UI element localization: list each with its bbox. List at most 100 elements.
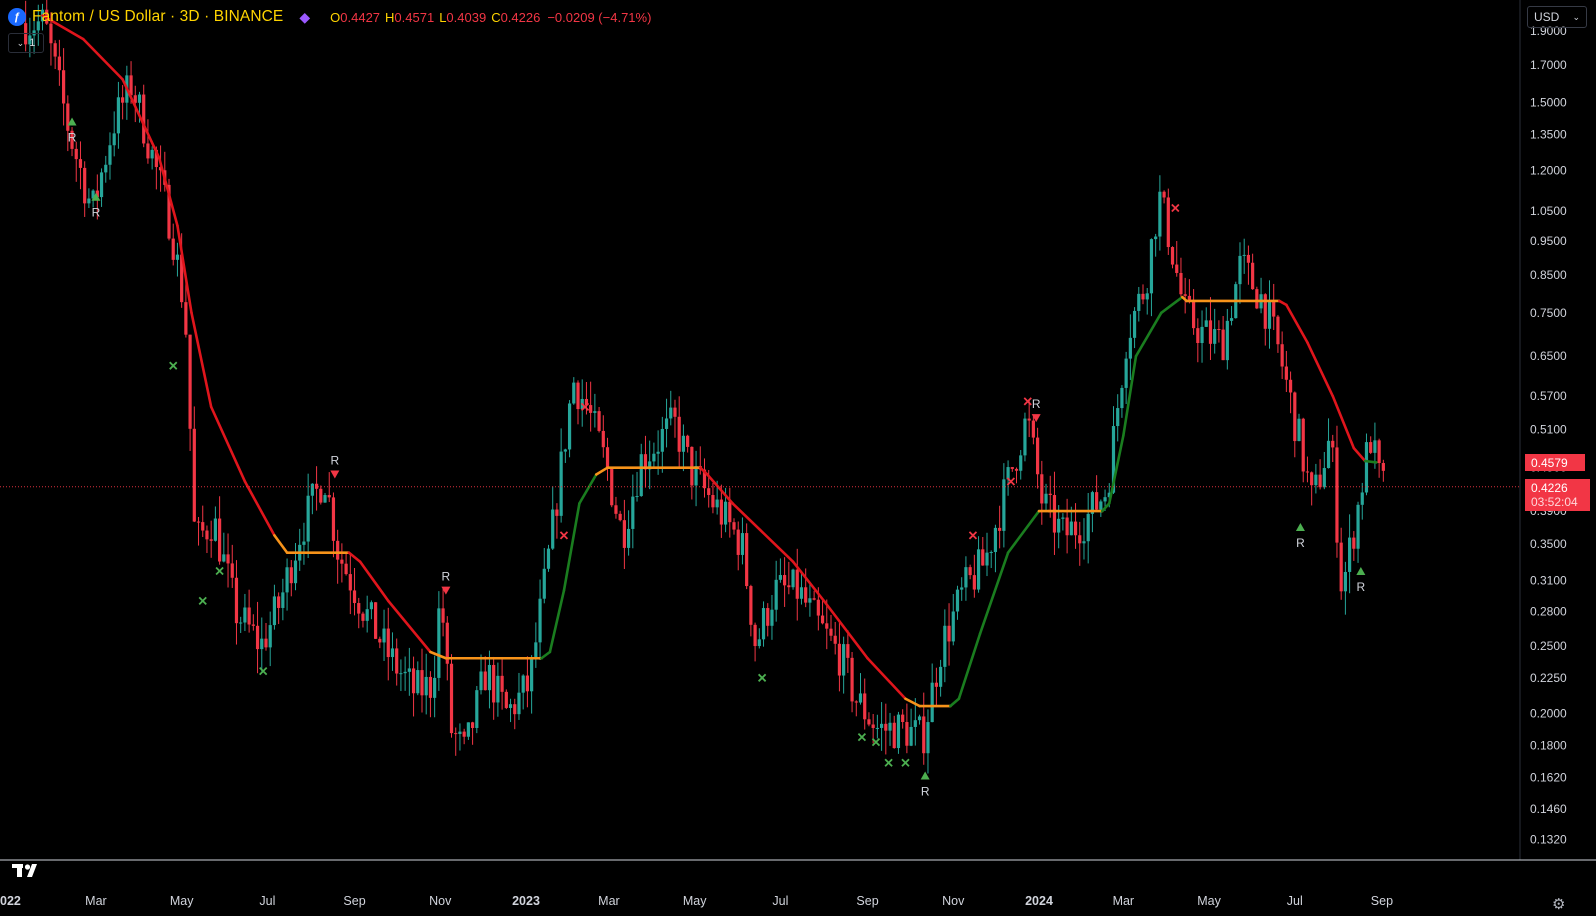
candle xyxy=(1179,257,1183,298)
candle xyxy=(272,584,277,630)
candle xyxy=(833,621,837,655)
candle xyxy=(1132,307,1137,349)
candle xyxy=(618,510,622,522)
currency-label: USD xyxy=(1534,10,1560,24)
y-tick-label: 0.2000 xyxy=(1530,707,1567,721)
candle xyxy=(424,653,428,715)
candle xyxy=(53,40,57,70)
candle xyxy=(1166,188,1170,255)
script-icon[interactable]: ◆ xyxy=(299,9,310,26)
indicator-line-segment xyxy=(209,405,247,483)
candle xyxy=(251,614,255,631)
candle xyxy=(1027,400,1031,438)
x-tick-label: Jul xyxy=(1287,894,1303,908)
symbol-title[interactable]: Fantom / US Dollar · 3D · BINANCE xyxy=(32,8,283,26)
signal-up-triangle xyxy=(1356,567,1366,576)
candle xyxy=(538,579,542,660)
x-tick-label: Sep xyxy=(1371,894,1393,908)
candle xyxy=(673,399,677,438)
signal-x-mark xyxy=(1171,203,1180,213)
y-tick-label: 0.3500 xyxy=(1530,537,1567,551)
ohlc-close: C0.4226 xyxy=(491,9,541,25)
candle xyxy=(1031,416,1035,445)
candle xyxy=(761,601,766,647)
indicator-line-segment xyxy=(904,697,921,708)
candle xyxy=(664,398,669,448)
candle xyxy=(357,597,361,629)
candle xyxy=(513,698,517,730)
candle xyxy=(500,658,504,710)
candle xyxy=(146,119,150,164)
indicator-line-segment xyxy=(1352,446,1367,463)
candle xyxy=(57,39,61,86)
candle xyxy=(1035,427,1040,489)
candle xyxy=(386,607,390,681)
candle xyxy=(1095,475,1099,512)
indicator-line-segment xyxy=(1159,295,1184,315)
candle xyxy=(112,111,116,157)
indicator-line-segment xyxy=(578,473,598,505)
candle xyxy=(551,486,555,550)
candle xyxy=(1267,280,1272,349)
candle xyxy=(787,561,791,595)
candle xyxy=(960,577,964,601)
candle xyxy=(449,654,454,738)
candle xyxy=(605,437,610,481)
indicator-line-segment xyxy=(273,534,289,554)
candle xyxy=(842,636,846,694)
candle xyxy=(770,594,774,640)
x-tick-label: Nov xyxy=(429,894,452,908)
candle xyxy=(728,487,732,538)
indicator-line-segment xyxy=(1006,509,1041,554)
candle xyxy=(331,492,336,558)
indicator-line-segment xyxy=(540,650,552,660)
candle xyxy=(530,655,534,714)
signal-label: R xyxy=(92,206,101,220)
candle xyxy=(1369,436,1373,455)
candle xyxy=(1229,306,1234,326)
candle xyxy=(470,721,475,745)
candle xyxy=(1052,471,1057,555)
candle xyxy=(1044,483,1048,513)
candle xyxy=(955,585,960,620)
signal-label: R xyxy=(68,130,77,144)
candle xyxy=(243,593,247,632)
indicators-toggle-button[interactable]: ⌄ 1 xyxy=(8,33,44,53)
candle xyxy=(1217,320,1221,343)
candle xyxy=(766,603,770,637)
candle xyxy=(1078,521,1082,566)
candle xyxy=(542,547,546,604)
chevron-down-icon: ⌄ xyxy=(16,37,25,48)
candle xyxy=(517,672,521,720)
candle xyxy=(390,632,395,671)
candle xyxy=(905,703,909,754)
candle xyxy=(546,544,551,572)
candle xyxy=(1246,245,1251,285)
candle xyxy=(863,678,867,730)
price-chart[interactable]: 1.90001.70001.50001.35001.20001.05000.95… xyxy=(0,0,1596,916)
candle xyxy=(521,674,525,710)
candle xyxy=(968,564,972,580)
candle xyxy=(563,448,567,463)
candle xyxy=(1297,413,1301,442)
candle xyxy=(108,132,112,180)
tradingview-logo-icon[interactable] xyxy=(12,862,44,883)
candle xyxy=(879,702,884,751)
candle xyxy=(589,381,593,432)
candle xyxy=(1318,459,1322,490)
candle xyxy=(1124,351,1128,405)
candle xyxy=(745,523,749,590)
signal-up-triangle xyxy=(1295,523,1305,532)
candle xyxy=(601,415,605,458)
candle xyxy=(1221,315,1225,361)
candle xyxy=(395,638,399,686)
chart-area[interactable]: 1.9000 1.7000 1.5000 1.3500 1.2000 1.0500 0.95… xyxy=(0,0,1596,908)
candle xyxy=(298,528,302,571)
gear-icon[interactable]: ⚙ xyxy=(1552,897,1565,912)
candle xyxy=(230,544,234,588)
candle xyxy=(74,141,78,182)
signal-x-mark xyxy=(901,758,910,767)
currency-select[interactable]: USD ⌄ xyxy=(1527,6,1587,28)
candle xyxy=(567,400,572,458)
signal-x-mark xyxy=(559,531,569,540)
